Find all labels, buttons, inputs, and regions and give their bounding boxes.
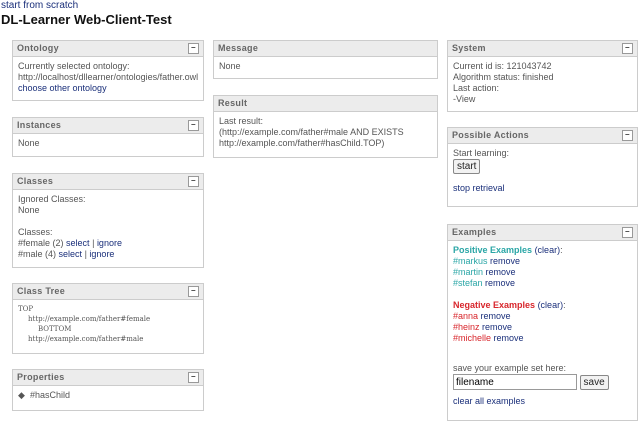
panel-title: Possible Actions (452, 130, 529, 140)
choose-ontology-link[interactable]: choose other ontology (18, 83, 107, 93)
negative-example: #michelle remove (453, 333, 524, 343)
panel-title: Properties (17, 372, 65, 382)
start-label: Start learning: (453, 148, 510, 158)
classes-label: Classes: (18, 227, 53, 237)
remove-link[interactable]: remove (485, 278, 515, 288)
ignore-link[interactable]: ignore (97, 238, 122, 248)
instances-panel: Instances – None (12, 117, 204, 157)
ontology-panel: Ontology – Currently selected ontology: ht… (12, 40, 204, 101)
system-panel: System – Current id is: 121043742 Algorith… (447, 40, 638, 112)
stop-retrieval-link[interactable]: stop retrieval (453, 183, 505, 193)
last-action-label: Last action: (453, 83, 500, 93)
panel-title: Result (218, 98, 248, 108)
message-text: None (219, 61, 241, 71)
tree-node: BOTTOM (38, 325, 72, 333)
ontology-url: http://localhost/dllearner/ontologies/fa… (18, 72, 199, 82)
remove-link[interactable]: remove (486, 267, 516, 277)
ignored-label: Ignored Classes: (18, 194, 86, 204)
tree-node: http://example.com/father#female (28, 315, 151, 323)
bullet-icon: ◆ (18, 390, 25, 400)
negative-example: #heinz remove (453, 322, 513, 332)
colon: : (563, 300, 566, 310)
result-line: (http://example.com/father#male AND EXIS… (219, 127, 404, 137)
class-item: #female (2) select | ignore (18, 238, 122, 248)
examples-panel: Examples – Positive Examples (clear): #ma… (447, 224, 638, 421)
remove-link[interactable]: remove (494, 333, 524, 343)
minimize-icon[interactable]: – (188, 120, 199, 131)
instances-text: None (18, 138, 40, 148)
last-action-value: -View (453, 94, 476, 104)
result-panel: Result Last result: (http://example.com/f… (213, 95, 438, 158)
property-item: #hasChild (29, 390, 70, 400)
filename-input[interactable] (453, 374, 577, 390)
clear-all-examples-link[interactable]: clear all examples (453, 396, 525, 406)
clear-negative-link[interactable]: (clear) (538, 300, 564, 310)
page-title: DL-Learner Web-Client-Test (1, 12, 172, 27)
ontology-label: Currently selected ontology: (18, 61, 130, 71)
panel-title: Classes (17, 176, 54, 186)
minimize-icon[interactable]: – (622, 43, 633, 54)
panel-title: Ontology (17, 43, 59, 53)
colon: : (560, 245, 563, 255)
save-button[interactable]: save (579, 374, 609, 390)
minimize-icon[interactable]: – (188, 286, 199, 297)
algorithm-status: Algorithm status: finished (453, 72, 554, 82)
possible-actions-panel: Possible Actions – Start learning: start … (447, 127, 638, 207)
ignore-link[interactable]: ignore (89, 249, 114, 259)
panel-title: Message (218, 43, 259, 53)
result-line: http://example.com/father#hasChild.TOP) (219, 138, 385, 148)
remove-link[interactable]: remove (482, 322, 512, 332)
minimize-icon[interactable]: – (188, 43, 199, 54)
panel-title: Class Tree (17, 286, 66, 296)
minimize-icon[interactable]: – (622, 130, 633, 141)
save-label: save your example set here: (453, 363, 567, 373)
negative-example: #anna remove (453, 311, 511, 321)
minimize-icon[interactable]: – (622, 227, 633, 238)
select-link[interactable]: select (66, 238, 90, 248)
remove-link[interactable]: remove (481, 311, 511, 321)
panel-title: Instances (17, 120, 62, 130)
select-link[interactable]: select (59, 249, 83, 259)
start-from-scratch-link[interactable]: start from scratch (1, 0, 78, 11)
positive-example: #markus remove (453, 256, 521, 266)
positive-example: #martin remove (453, 267, 516, 277)
class-item: #male (4) select | ignore (18, 249, 115, 259)
remove-link[interactable]: remove (490, 256, 520, 266)
classes-panel: Classes – Ignored Classes: None Classes: … (12, 173, 204, 268)
tree-node: http://example.com/father#male (28, 335, 144, 343)
panel-title: Examples (452, 227, 497, 237)
tree-node: TOP (18, 305, 34, 313)
current-id: Current id is: 121043742 (453, 61, 552, 71)
clear-positive-link[interactable]: (clear) (535, 245, 561, 255)
message-panel: Message None (213, 40, 438, 79)
panel-title: System (452, 43, 486, 53)
start-button[interactable]: start (453, 159, 481, 174)
positive-example: #stefan remove (453, 278, 516, 288)
positive-examples-title: Positive Examples (453, 245, 533, 255)
result-label: Last result: (219, 116, 264, 126)
class-tree-panel: Class Tree – TOP http://example.com/fathe… (12, 283, 204, 354)
ignored-value: None (18, 205, 40, 215)
minimize-icon[interactable]: – (188, 176, 199, 187)
properties-panel: Properties – ◆ #hasChild (12, 369, 204, 411)
minimize-icon[interactable]: – (188, 372, 199, 383)
negative-examples-title: Negative Examples (453, 300, 536, 310)
